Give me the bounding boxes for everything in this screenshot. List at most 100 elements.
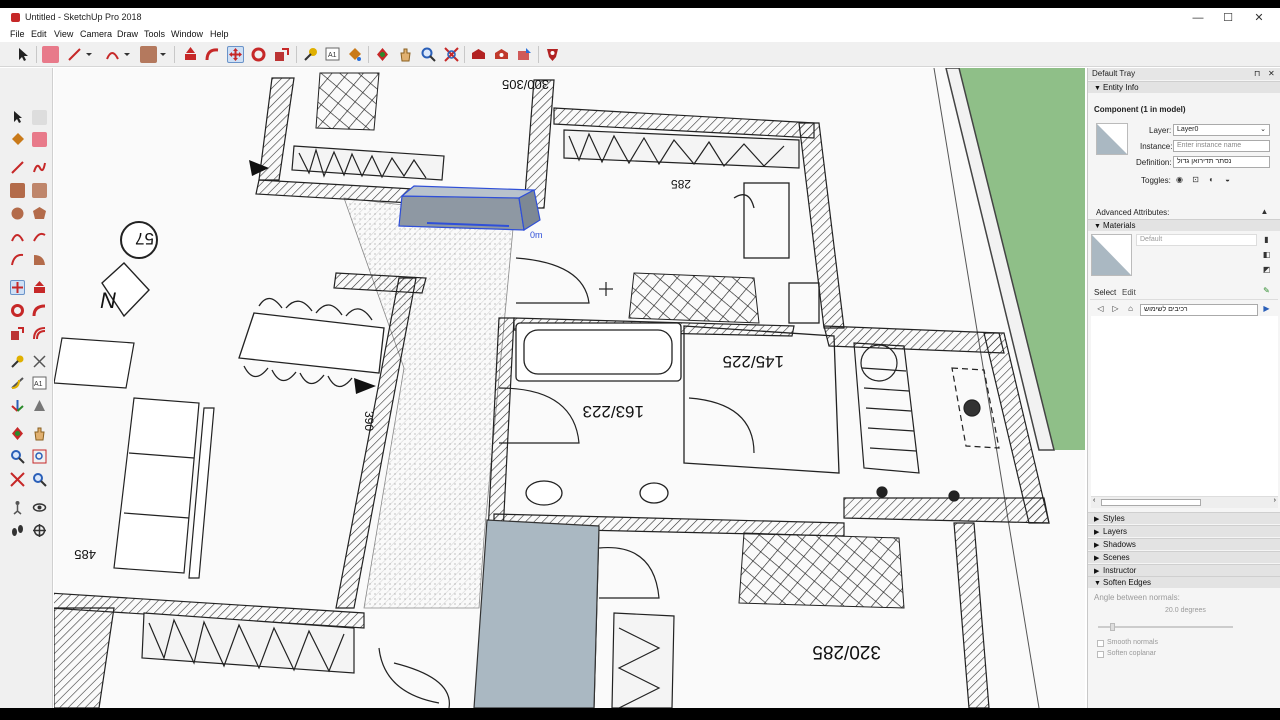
position-camera-icon[interactable] — [10, 500, 25, 515]
scale-tool-icon[interactable] — [273, 46, 290, 63]
menu-draw[interactable]: Draw — [117, 29, 138, 39]
protractor-tool-icon[interactable] — [10, 376, 25, 391]
shadows-header[interactable]: ▶ Shadows — [1088, 538, 1280, 550]
attributes-icon[interactable]: ▲ — [1260, 207, 1269, 216]
share-component-icon[interactable] — [493, 46, 510, 63]
eraser-tool-icon[interactable] — [32, 132, 47, 147]
menu-camera[interactable]: Camera — [80, 29, 112, 39]
share-model-icon[interactable] — [516, 46, 533, 63]
minimize-button[interactable]: — — [1183, 10, 1213, 26]
zoom-extents-tool-icon[interactable] — [443, 46, 460, 63]
line-tool-icon[interactable] — [10, 160, 25, 175]
shape-dropdown-icon[interactable] — [158, 46, 168, 63]
rotate-tool-icon[interactable] — [250, 46, 267, 63]
menu-file[interactable]: File — [10, 29, 25, 39]
tray-close-icon[interactable]: ✕ — [1268, 68, 1275, 80]
angle-slider[interactable] — [1098, 623, 1233, 631]
back-arrow-icon[interactable]: ◁ — [1096, 304, 1105, 313]
definition-input[interactable]: נסתר תדירואן גדול — [1173, 156, 1270, 168]
instance-input[interactable]: Enter instance name — [1173, 140, 1270, 152]
material-name-field[interactable]: Default — [1136, 234, 1257, 246]
select-tool-icon[interactable] — [14, 46, 31, 63]
make-component-icon[interactable] — [32, 110, 47, 125]
pan-tool-icon[interactable] — [32, 426, 47, 441]
freehand-tool-icon[interactable] — [32, 160, 47, 175]
line-tool-icon[interactable] — [66, 46, 83, 63]
three-point-arc-tool-icon[interactable] — [10, 252, 25, 267]
material-preview[interactable] — [1091, 234, 1132, 276]
rotate-tool-icon[interactable] — [10, 303, 25, 318]
tape-measure-tool-icon[interactable] — [10, 354, 25, 369]
two-point-arc-tool-icon[interactable] — [32, 229, 47, 244]
polygon-tool-icon[interactable] — [32, 206, 47, 221]
orbit-tool-icon[interactable] — [10, 426, 25, 441]
text-tool-icon[interactable]: A1 — [32, 376, 47, 391]
follow-me-tool-icon[interactable] — [204, 46, 221, 63]
close-button[interactable]: ✕ — [1244, 10, 1274, 26]
create-material-icon[interactable]: ◧ — [1262, 250, 1271, 259]
orbit-tool-icon[interactable] — [374, 46, 391, 63]
slider-thumb[interactable] — [1110, 623, 1115, 631]
eraser-tool-icon[interactable] — [42, 46, 59, 63]
horizontal-scrollbar[interactable]: ‹ › — [1091, 496, 1278, 508]
entity-info-header[interactable]: ▼ Entity Info — [1088, 81, 1280, 93]
push-pull-tool-icon[interactable] — [182, 46, 199, 63]
pin-icon[interactable]: ⊓ — [1254, 68, 1260, 80]
menu-edit[interactable]: Edit — [31, 29, 47, 39]
3d-text-tool-icon[interactable] — [32, 398, 47, 413]
dimension-tool-icon[interactable] — [32, 354, 47, 369]
line-dropdown-icon[interactable] — [84, 46, 94, 63]
paint-bucket-tool-icon[interactable] — [10, 132, 25, 147]
paint-bucket-tool-icon[interactable] — [346, 46, 363, 63]
display-secondary-icon[interactable]: ▮ — [1262, 235, 1271, 244]
instructor-header[interactable]: ▶ Instructor — [1088, 564, 1280, 576]
axes-tool-icon[interactable] — [10, 398, 25, 413]
details-arrow-icon[interactable]: ▶ — [1262, 304, 1271, 313]
scrollbar-thumb[interactable] — [1101, 499, 1201, 506]
push-pull-tool-icon[interactable] — [32, 280, 47, 295]
rectangle-tool-icon[interactable] — [10, 183, 25, 198]
materials-library-area[interactable] — [1091, 316, 1278, 496]
walk-tool-icon[interactable] — [10, 523, 25, 538]
previous-view-icon[interactable] — [32, 472, 47, 487]
pie-tool-icon[interactable] — [32, 252, 47, 267]
offset-tool-icon[interactable] — [32, 326, 47, 341]
menu-tools[interactable]: Tools — [144, 29, 165, 39]
maximize-button[interactable]: ☐ — [1213, 10, 1243, 26]
default-material-icon[interactable]: ◩ — [1262, 265, 1271, 274]
move-tool-icon[interactable] — [10, 280, 25, 295]
menu-window[interactable]: Window — [171, 29, 203, 39]
pan-tool-icon[interactable] — [397, 46, 414, 63]
lock-toggle-icon[interactable]: ⊡ — [1191, 175, 1200, 184]
home-icon[interactable]: ⌂ — [1126, 304, 1135, 313]
zoom-window-tool-icon[interactable] — [32, 449, 47, 464]
receive-shadows-icon[interactable]: ◒ — [1223, 175, 1232, 184]
tab-edit[interactable]: Edit — [1122, 288, 1136, 297]
select-tool-icon[interactable] — [10, 110, 25, 125]
follow-me-tool-icon[interactable] — [32, 303, 47, 318]
soften-coplanar-checkbox[interactable] — [1097, 651, 1104, 658]
circle-tool-icon[interactable] — [10, 206, 25, 221]
hidden-toggle-icon[interactable]: ◉ — [1175, 175, 1184, 184]
zoom-tool-icon[interactable] — [10, 449, 25, 464]
sample-paint-icon[interactable]: ✎ — [1262, 286, 1271, 295]
cast-shadows-icon[interactable]: ◐ — [1207, 175, 1216, 184]
collection-select[interactable]: רכיבים לשימוש — [1140, 304, 1258, 316]
arc-tool-icon[interactable] — [10, 229, 25, 244]
shape-tool-icon[interactable] — [140, 46, 157, 63]
menu-help[interactable]: Help — [210, 29, 229, 39]
materials-header[interactable]: ▼ Materials — [1088, 219, 1280, 231]
drawing-viewport[interactable]: N 57 300/305 285 145/225 163/223 320/285… — [54, 68, 1085, 708]
arc-tool-icon[interactable] — [104, 46, 121, 63]
scale-tool-icon[interactable] — [10, 326, 25, 341]
extension-warehouse-icon[interactable] — [544, 46, 561, 63]
forward-arrow-icon[interactable]: ▷ — [1111, 304, 1120, 313]
text-tool-icon[interactable]: A1 — [324, 46, 341, 63]
tape-measure-tool-icon[interactable] — [302, 46, 319, 63]
3d-warehouse-icon[interactable] — [470, 46, 487, 63]
layer-select[interactable]: Layer0 ⌄ — [1173, 124, 1270, 136]
rotated-rectangle-tool-icon[interactable] — [32, 183, 47, 198]
move-tool-icon[interactable] — [227, 46, 244, 63]
scroll-left-icon[interactable]: ‹ — [1093, 497, 1095, 504]
scenes-header[interactable]: ▶ Scenes — [1088, 551, 1280, 563]
